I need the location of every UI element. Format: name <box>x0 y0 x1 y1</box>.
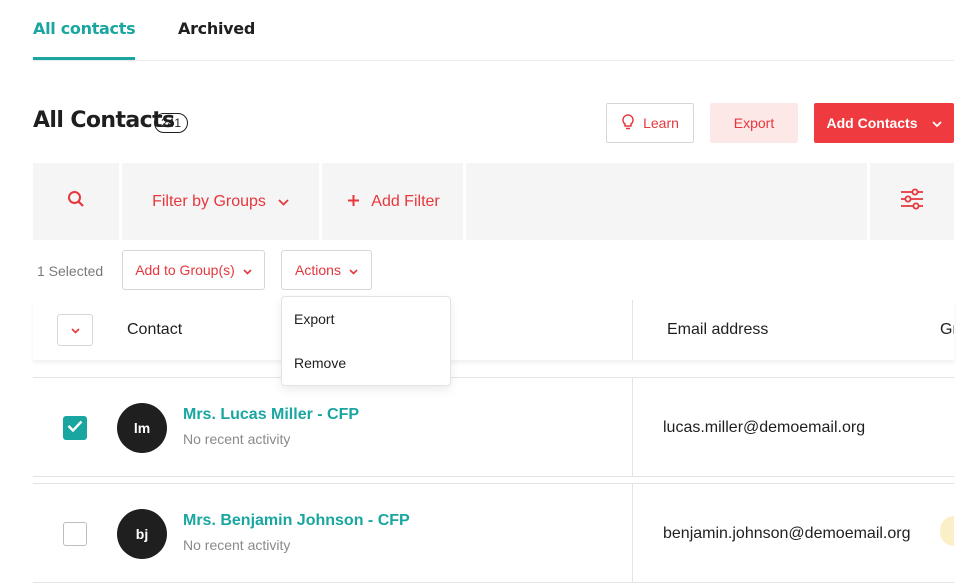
tab-bar: All contacts Archived <box>33 0 954 61</box>
contact-activity: No recent activity <box>183 537 291 553</box>
filter-spacer <box>466 163 866 240</box>
chevron-down-icon <box>278 193 289 211</box>
lightbulb-icon <box>621 113 635 133</box>
filter-bar: Filter by Groups Add Filter <box>33 163 954 240</box>
column-divider <box>632 378 633 476</box>
add-filter-button[interactable]: Add Filter <box>325 163 463 240</box>
chevron-down-icon <box>349 262 358 278</box>
check-icon <box>67 419 83 437</box>
table-row[interactable]: lm Mrs. Lucas Miller - CFP No recent act… <box>33 377 954 477</box>
avatar: bj <box>117 509 167 559</box>
column-divider <box>632 484 633 582</box>
add-contacts-button[interactable]: Add Contacts <box>814 103 954 143</box>
filter-groups-label: Filter by Groups <box>152 192 266 210</box>
row-checkbox[interactable] <box>63 522 87 546</box>
contact-email: lucas.miller@demoemail.org <box>663 419 866 436</box>
learn-button[interactable]: Learn <box>606 103 694 143</box>
contact-name-link[interactable]: Mrs. Lucas Miller - CFP <box>183 406 359 424</box>
actions-dropdown-menu: Export Remove <box>281 296 451 386</box>
learn-label: Learn <box>643 115 679 131</box>
column-header-contact[interactable]: Contact <box>127 321 182 339</box>
export-label: Export <box>733 115 775 131</box>
add-filter-label: Add Filter <box>371 192 440 210</box>
add-contacts-label: Add Contacts <box>826 115 918 131</box>
contact-count-badge: 241 <box>154 113 189 133</box>
table-row[interactable]: bj Mrs. Benjamin Johnson - CFP No recent… <box>33 483 954 583</box>
contact-activity: No recent activity <box>183 431 291 447</box>
avatar: lm <box>117 403 167 453</box>
add-to-group-label: Add to Group(s) <box>135 262 235 278</box>
chevron-down-icon <box>931 115 942 131</box>
row-checkbox[interactable] <box>63 416 87 440</box>
add-to-group-button[interactable]: Add to Group(s) <box>122 250 265 290</box>
actions-label: Actions <box>295 262 341 278</box>
menu-item-export[interactable]: Export <box>294 311 334 327</box>
search-icon <box>67 190 85 213</box>
contact-name-link[interactable]: Mrs. Benjamin Johnson - CFP <box>183 512 410 530</box>
group-tag <box>940 516 954 546</box>
column-divider <box>632 300 633 360</box>
export-button[interactable]: Export <box>710 103 798 143</box>
plus-icon <box>348 193 360 211</box>
actions-button[interactable]: Actions <box>281 250 372 290</box>
sliders-icon <box>900 187 924 216</box>
chevron-down-icon <box>70 321 80 339</box>
search-button[interactable] <box>33 163 119 240</box>
tab-archived[interactable]: Archived <box>178 19 255 38</box>
column-header-group[interactable]: Gr <box>940 321 954 339</box>
menu-item-remove[interactable]: Remove <box>294 355 346 371</box>
column-settings-button[interactable] <box>870 163 954 240</box>
selected-count-text: 1 Selected <box>37 263 104 279</box>
chevron-down-icon <box>243 262 252 278</box>
tab-all-contacts[interactable]: All contacts <box>33 19 136 60</box>
filter-by-groups-dropdown[interactable]: Filter by Groups <box>122 163 319 240</box>
column-header-email[interactable]: Email address <box>667 321 768 339</box>
table-header: Contact Email address Gr <box>33 300 954 360</box>
contact-email: benjamin.johnson@demoemail.org <box>663 525 911 542</box>
select-all-dropdown[interactable] <box>57 314 93 346</box>
